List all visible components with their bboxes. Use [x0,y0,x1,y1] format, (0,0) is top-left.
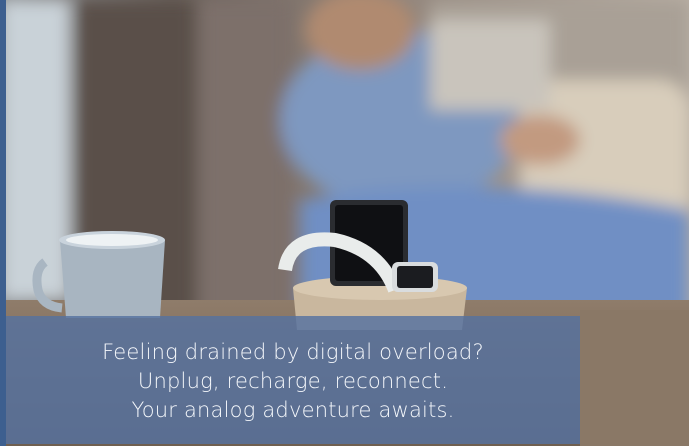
caption-line-3: Your analog adventure awaits. [131,398,455,422]
caption-line-1: Feeling drained by digital overload? [102,340,484,364]
caption-text: Feeling drained by digital overload? Unp… [6,338,580,425]
caption-line-2: Unplug, recharge, reconnect. [137,369,449,393]
ad-banner: Feeling drained by digital overload? Unp… [0,0,689,446]
